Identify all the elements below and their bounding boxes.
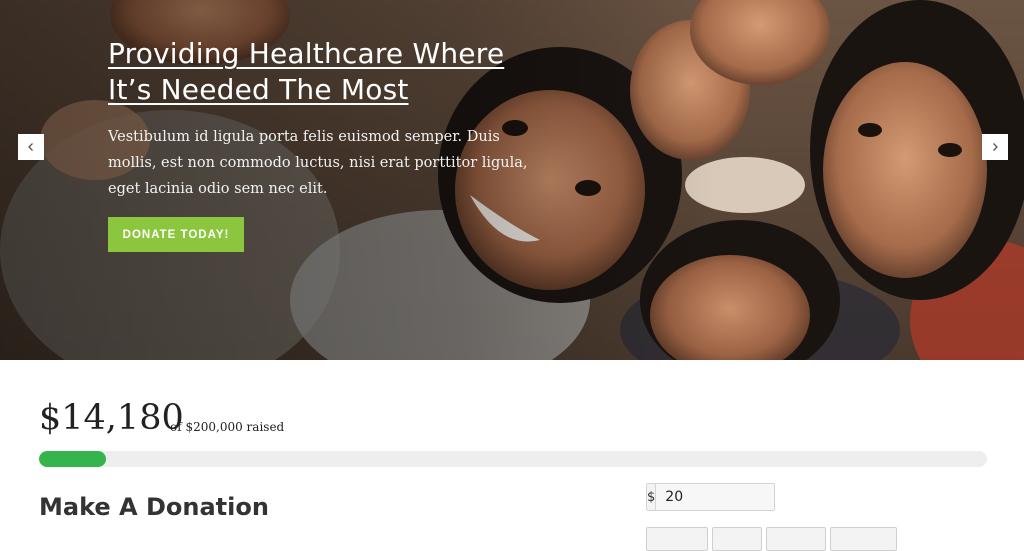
slider-next-button[interactable]	[982, 134, 1008, 160]
chevron-left-icon	[26, 140, 36, 155]
donation-progress-bar	[39, 451, 987, 467]
chevron-right-icon	[990, 140, 1000, 155]
donate-today-button[interactable]: DONATE TODAY!	[108, 217, 244, 252]
donation-level-button[interactable]	[646, 527, 708, 551]
donation-level-button[interactable]	[766, 527, 826, 551]
donation-amount-field[interactable]: $	[646, 483, 775, 511]
slider-prev-button[interactable]	[18, 134, 44, 160]
donation-level-button[interactable]	[712, 527, 762, 551]
currency-symbol: $	[647, 484, 657, 510]
donation-amount-input[interactable]	[656, 484, 774, 510]
hero-description: Vestibulum id ligula porta felis euismod…	[108, 129, 528, 197]
hero-slider: Providing Healthcare Where It’s Needed T…	[0, 0, 1024, 360]
goal-caption: of $200,000 raised	[170, 420, 285, 434]
hero-title[interactable]: Providing Healthcare Where It’s Needed T…	[108, 36, 548, 108]
donation-level-button[interactable]	[830, 527, 897, 551]
donation-progress-fill	[39, 451, 107, 467]
make-donation-heading: Make A Donation	[39, 493, 269, 521]
raised-amount: $14,180	[39, 398, 184, 438]
